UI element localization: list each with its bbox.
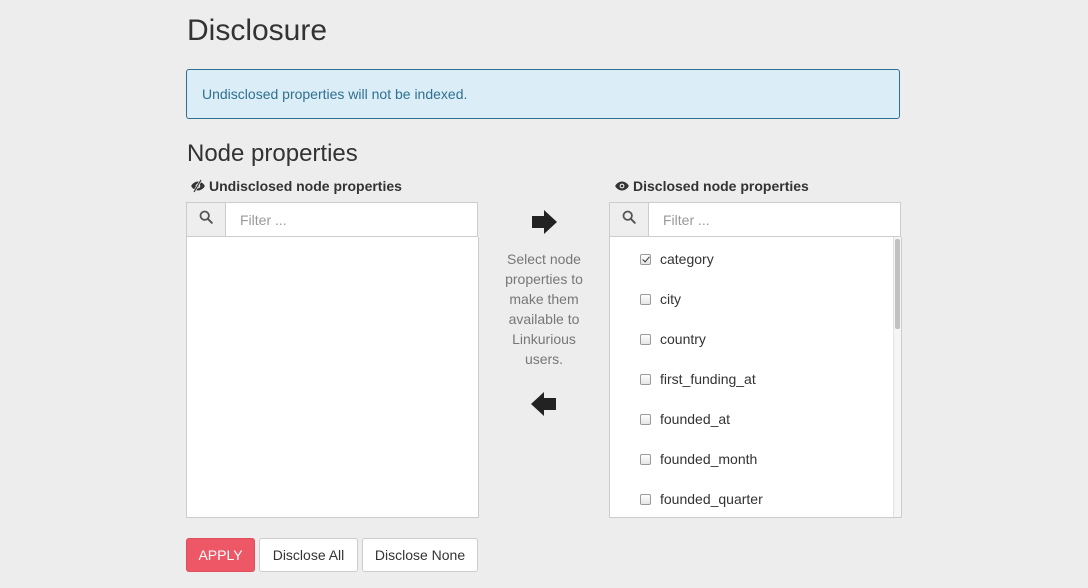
search-icon [199, 210, 213, 229]
disclosed-filter-input[interactable] [648, 202, 901, 237]
undisclosed-list[interactable] [186, 237, 479, 518]
undisclosed-filter-input[interactable] [225, 202, 478, 237]
property-checkbox[interactable] [640, 293, 651, 305]
list-item[interactable]: city [640, 291, 681, 307]
undisclose-arrow-button[interactable] [530, 391, 558, 422]
property-label: city [660, 291, 681, 307]
info-alert: Undisclosed properties will not be index… [186, 69, 900, 119]
list-item[interactable]: category [640, 251, 714, 267]
middle-help-text: Select node properties to make them avai… [496, 249, 592, 369]
info-alert-text: Undisclosed properties will not be index… [202, 86, 468, 102]
eye-icon [614, 179, 630, 193]
list-item[interactable]: founded_at [640, 411, 730, 427]
help-line: users. [524, 351, 564, 367]
list-item[interactable]: founded_month [640, 451, 757, 467]
disclose-none-button[interactable]: Disclose None [362, 538, 478, 572]
disclosed-search-addon [609, 202, 648, 237]
list-item[interactable]: country [640, 331, 706, 347]
property-label: category [660, 251, 714, 267]
property-checkbox[interactable] [640, 333, 651, 345]
undisclosed-label: Undisclosed node properties [190, 178, 402, 194]
disclosed-scrollbar[interactable] [893, 237, 901, 517]
property-checkbox[interactable] [640, 373, 651, 385]
property-label: first_funding_at [660, 371, 756, 387]
undisclosed-filter [186, 202, 478, 237]
property-label: founded_month [660, 451, 758, 467]
help-line: available to [508, 311, 580, 327]
disclosed-label: Disclosed node properties [614, 178, 809, 194]
property-checkbox[interactable] [640, 253, 651, 265]
disclosed-list: category city country first_funding_at f… [609, 237, 902, 518]
list-item[interactable]: founded_quarter [640, 491, 763, 507]
apply-button[interactable]: APPLY [186, 538, 255, 572]
property-checkbox[interactable] [640, 413, 651, 425]
list-item[interactable]: first_funding_at [640, 371, 756, 387]
help-line: Select node [507, 251, 581, 267]
scrollbar-thumb[interactable] [895, 239, 900, 329]
arrow-left-icon [530, 392, 558, 421]
disclosed-filter [609, 202, 901, 237]
section-title: Node properties [187, 140, 358, 167]
property-checkbox[interactable] [640, 453, 651, 465]
undisclosed-search-addon [186, 202, 225, 237]
help-line: make them [509, 291, 579, 307]
disclose-all-button[interactable]: Disclose All [259, 538, 358, 572]
undisclosed-label-text: Undisclosed node properties [209, 178, 402, 194]
property-label: founded_quarter [660, 491, 763, 507]
search-icon [622, 210, 636, 229]
help-line: Linkurious [512, 331, 576, 347]
disclose-arrow-button[interactable] [530, 209, 558, 240]
property-label: country [660, 331, 706, 347]
page-title: Disclosure [187, 14, 328, 47]
property-label: founded_at [660, 411, 731, 427]
help-line: properties to [505, 271, 583, 287]
arrow-right-icon [530, 210, 558, 239]
eye-slash-icon [190, 179, 206, 193]
disclosed-label-text: Disclosed node properties [633, 178, 809, 194]
property-checkbox[interactable] [640, 493, 651, 505]
